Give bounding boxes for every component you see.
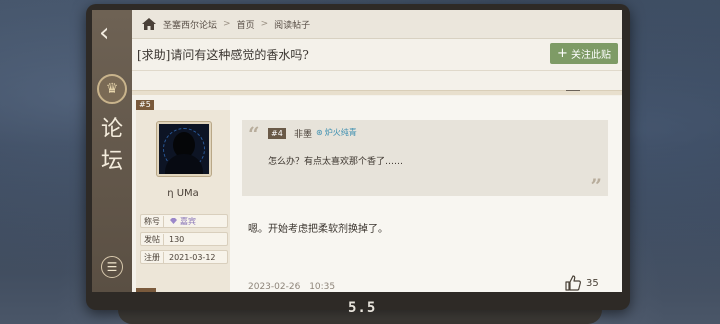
- posts-value: 130: [169, 234, 185, 244]
- badge-icon: ⊛: [316, 128, 323, 137]
- open-quote-icon: “: [248, 122, 260, 146]
- quote-floor-tag: #4: [268, 128, 286, 139]
- post-title-bar: [求助]请问有这种感觉的香水吗? + 关注此贴: [132, 38, 622, 71]
- floor-tag: #5: [136, 100, 154, 110]
- avatar[interactable]: [157, 122, 211, 176]
- divider-dash: [566, 90, 580, 91]
- title-value: 嘉宾: [180, 216, 196, 226]
- menu-button[interactable]: ☰: [101, 256, 123, 278]
- sidebar: ‹ ♛ 论坛 ☰: [92, 10, 132, 292]
- author-name[interactable]: η UMa: [136, 188, 230, 199]
- thumbs-up-icon: [565, 275, 581, 291]
- gem-icon: [170, 218, 177, 224]
- sidebar-title: 论坛: [100, 117, 123, 174]
- title-key: 称号: [141, 215, 164, 227]
- like-button[interactable]: 35: [564, 274, 599, 292]
- chevron-left-icon: ‹: [99, 18, 110, 48]
- crown-emblem-icon: ♛: [97, 74, 127, 104]
- joined-value: 2021-03-12: [169, 252, 216, 262]
- author-posts-row: 发帖 130: [140, 232, 228, 246]
- device-logo: 5.5: [348, 300, 377, 316]
- quote-author[interactable]: 非墨: [294, 127, 312, 140]
- divider: [132, 90, 622, 95]
- post-date: 2023-02-26: [248, 282, 301, 292]
- forum-screen: 圣塞西尔论坛 > 首页 > 阅读帖子 [求助]请问有这种感觉的香水吗? + 关注…: [132, 10, 622, 292]
- follow-post-button[interactable]: + 关注此贴: [550, 43, 618, 64]
- post-time: 10:35: [309, 282, 336, 292]
- reply-text: 嗯。开始考虑把柔软剂换掉了。: [248, 224, 388, 235]
- post-content: “ #4 非墨 ⊛ 炉火纯青 怎么办？有点太喜欢那个香了…… ” 嗯。开始考虑把…: [230, 96, 622, 292]
- post-title: [求助]请问有这种感觉的香水吗?: [137, 48, 309, 62]
- quote-text: 怎么办？有点太喜欢那个香了……: [268, 157, 404, 167]
- breadcrumb-separator-icon: >: [260, 19, 269, 29]
- posts-key: 发帖: [141, 233, 164, 245]
- follow-label: 关注此贴: [570, 50, 611, 61]
- post-timestamp: 2023-02-26 10:35: [248, 282, 335, 292]
- home-icon[interactable]: [141, 17, 157, 31]
- breadcrumb-current: 阅读帖子: [274, 20, 311, 31]
- list-icon: ☰: [106, 260, 118, 274]
- quote-author-badge: ⊛ 炉火纯青: [316, 127, 357, 138]
- like-count: 35: [586, 277, 599, 289]
- close-quote-icon: ”: [590, 174, 602, 198]
- badge-label: 炉火纯青: [324, 128, 357, 137]
- breadcrumb-home[interactable]: 首页: [237, 18, 255, 31]
- author-panel: η UMa 称号 嘉宾 发帖 130 注册 2021-03-12: [136, 110, 230, 292]
- quote-block: “ #4 非墨 ⊛ 炉火纯青 怎么办？有点太喜欢那个香了…… ”: [242, 120, 608, 198]
- joined-key: 注册: [141, 251, 164, 263]
- next-floor-tag: [136, 288, 156, 292]
- author-title-row: 称号 嘉宾: [140, 214, 228, 228]
- back-button[interactable]: ‹: [99, 20, 109, 46]
- breadcrumb-separator-icon: >: [223, 19, 231, 29]
- breadcrumb-forum[interactable]: 圣塞西尔论坛: [163, 18, 217, 31]
- plus-icon: +: [557, 46, 568, 61]
- author-joined-row: 注册 2021-03-12: [140, 250, 228, 264]
- breadcrumb: 圣塞西尔论坛 > 首页 > 阅读帖子: [132, 10, 622, 39]
- title-value-wrap: 嘉宾: [164, 216, 196, 227]
